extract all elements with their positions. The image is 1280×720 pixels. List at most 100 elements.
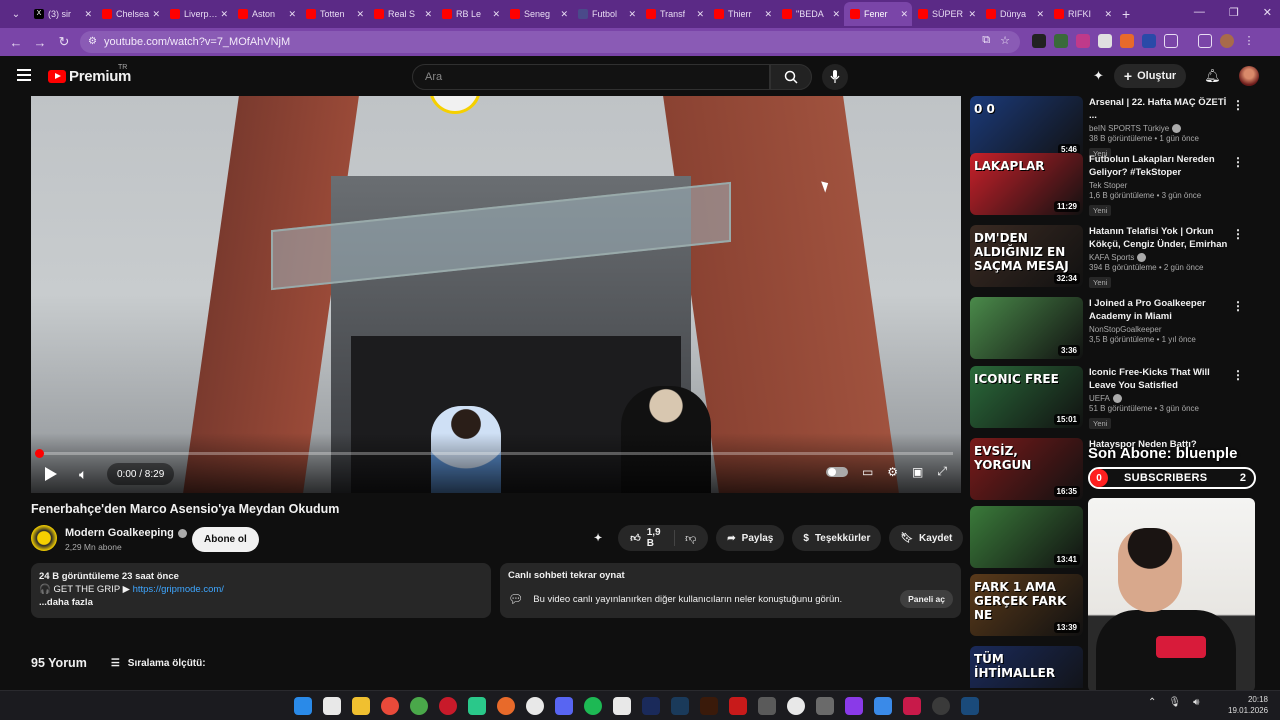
more-options-icon[interactable]: ⋮	[1232, 299, 1244, 313]
yandex-icon[interactable]	[526, 697, 544, 715]
browser-tab[interactable]: Liverpool ✕	[164, 2, 232, 26]
browser-tab[interactable]: X (3) sir ✕	[28, 2, 96, 26]
puzzle-icon[interactable]	[1164, 34, 1178, 48]
maximize-icon[interactable]: ❐	[1229, 6, 1239, 19]
reload-icon[interactable]: ↻	[52, 34, 76, 50]
tray-mic-icon[interactable]: 🎙︎	[1168, 697, 1181, 708]
spotify-icon[interactable]	[584, 697, 602, 715]
browser-tab[interactable]: Dünya ✕	[980, 2, 1048, 26]
address-bar[interactable]: ⚙ youtube.com/watch?v=7_MOfAhVNjM ⧉ ☆	[80, 31, 1020, 53]
tab-close-icon[interactable]: ✕	[832, 9, 840, 20]
like-button[interactable]: 👍︎ 1,9 B	[618, 527, 676, 549]
close-window-icon[interactable]: ✕	[1263, 6, 1272, 19]
show-more-link[interactable]: ...daha fazla	[39, 596, 483, 609]
tab-close-icon[interactable]: ✕	[356, 9, 364, 20]
save-button[interactable]: 🔖︎ Kaydet	[889, 525, 964, 551]
tab-close-icon[interactable]: ✕	[560, 9, 568, 20]
file-explorer-icon[interactable]	[352, 697, 370, 715]
tab-close-icon[interactable]: ✕	[84, 9, 92, 20]
menu-icon[interactable]	[17, 69, 31, 81]
illustrator-icon[interactable]	[700, 697, 718, 715]
taskbar-app-icon[interactable]	[613, 697, 631, 715]
browser-tab[interactable]: Seneg ✕	[504, 2, 572, 26]
volume-tray-icon[interactable]: 🔊︎	[1193, 697, 1199, 708]
recommended-channel[interactable]: UEFA	[1089, 394, 1110, 403]
more-options-icon[interactable]: ⋮	[1232, 368, 1244, 382]
extension-icon[interactable]	[1098, 34, 1112, 48]
system-clock[interactable]: 20:18 19.01.2026	[1228, 694, 1268, 716]
sort-button[interactable]: ☰ Sıralama ölçütü:	[111, 658, 206, 669]
search-input[interactable]: Ara	[412, 64, 770, 90]
browser-tab[interactable]: Aston ✕	[232, 2, 300, 26]
browser-tab[interactable]: "BEDA ✕	[776, 2, 844, 26]
tab-close-icon[interactable]: ✕	[968, 9, 976, 20]
start-icon[interactable]	[294, 697, 312, 715]
minimize-icon[interactable]: —	[1194, 6, 1205, 19]
extension-action-button[interactable]: ✦	[586, 525, 610, 551]
taskbar-app-icon[interactable]	[468, 697, 486, 715]
browser-tab[interactable]: Thierr ✕	[708, 2, 776, 26]
photoshop-icon[interactable]	[642, 697, 660, 715]
channel-avatar[interactable]	[31, 525, 57, 551]
extension-icon[interactable]	[1032, 34, 1046, 48]
settings-gear-icon[interactable]: ⚙	[887, 465, 898, 479]
recommended-title[interactable]: Iconic Free-Kicks That Will Leave You Sa…	[1089, 366, 1229, 392]
recommended-channel[interactable]: NonStopGoalkeeper	[1089, 325, 1162, 334]
steam-icon[interactable]	[671, 697, 689, 715]
extension-icon[interactable]	[1120, 34, 1134, 48]
extension-icon[interactable]	[1142, 34, 1156, 48]
recommended-channel[interactable]: beIN SPORTS Türkiye	[1089, 124, 1169, 133]
chrome-icon[interactable]	[410, 697, 428, 715]
browser-tab[interactable]: Transf ✕	[640, 2, 708, 26]
share-button[interactable]: ➦ Paylaş	[716, 525, 785, 551]
browser-tab[interactable]: Real S ✕	[368, 2, 436, 26]
taskbar-app-icon[interactable]	[787, 697, 805, 715]
browser-tab[interactable]: SÜPER ✕	[912, 2, 980, 26]
taskbar-app-icon[interactable]	[874, 697, 892, 715]
account-avatar[interactable]	[1238, 66, 1259, 86]
tray-chevron-icon[interactable]: ⌃	[1148, 697, 1156, 708]
cast-icon[interactable]: ⧉	[982, 34, 990, 47]
extension-fan-icon[interactable]: ✦	[1093, 68, 1104, 84]
steam-icon[interactable]	[961, 697, 979, 715]
tab-close-icon[interactable]: ✕	[424, 9, 432, 20]
recommended-title[interactable]: Hatanın Telafisi Yok | Orkun Kökçü, Ceng…	[1089, 225, 1229, 251]
seek-bar[interactable]	[35, 449, 953, 458]
chrome-icon[interactable]	[381, 697, 399, 715]
browser-tab[interactable]: RB Le ✕	[436, 2, 504, 26]
extension-icon[interactable]	[1054, 34, 1068, 48]
forward-icon[interactable]: →	[28, 35, 52, 50]
video-thumbnail[interactable]: FARK 1 AMA GERÇEK FARK NE 13:39	[970, 574, 1083, 636]
recommended-video[interactable]: ICONIC FREE 15:01 Iconic Free-Kicks That W…	[970, 366, 1270, 432]
video-thumbnail[interactable]: DM'DEN ALDIĞINIZ EN SAÇMA MESAJ 32:34	[970, 225, 1083, 287]
notifications-bell-icon[interactable]: 🔔︎	[1204, 68, 1221, 84]
play-icon[interactable]	[45, 467, 57, 481]
browser-tab[interactable]: Chelsea ✕	[96, 2, 164, 26]
tab-close-icon[interactable]: ✕	[1104, 9, 1112, 20]
taskbar-app-icon[interactable]	[903, 697, 921, 715]
recommended-channel[interactable]: Tek Stoper	[1089, 181, 1127, 190]
site-info-icon[interactable]: ⚙	[88, 36, 97, 47]
taskbar-app-icon[interactable]	[758, 697, 776, 715]
browser-tab[interactable]: Totten ✕	[300, 2, 368, 26]
browser-tab[interactable]: Futbol ✕	[572, 2, 640, 26]
recommended-title[interactable]: Futbolun Lakapları Nereden Geliyor? #Tek…	[1089, 153, 1229, 179]
bookmark-star-icon[interactable]: ☆	[1000, 34, 1010, 47]
recommended-video[interactable]: LAKAPLAR 11:29 Futbolun Lakapları Nereden …	[970, 153, 1270, 219]
description-box[interactable]: 24 B görüntüleme 23 saat önce 🎧 GET THE …	[31, 563, 491, 618]
new-tab-icon[interactable]: +	[1122, 6, 1130, 22]
recommended-title[interactable]: Arsenal | 22. Hafta MAÇ ÖZETİ ...	[1089, 96, 1229, 122]
search-button[interactable]	[770, 64, 812, 90]
back-icon[interactable]: ←	[4, 35, 28, 50]
taskbar-app-icon[interactable]	[323, 697, 341, 715]
menu-dots-icon[interactable]: ⋮	[1242, 34, 1256, 48]
description-link[interactable]: https://gripmode.com/	[133, 584, 224, 595]
tab-close-icon[interactable]: ✕	[288, 9, 296, 20]
tab-search-icon[interactable]: ⌄	[4, 9, 28, 20]
taskbar-app-icon[interactable]	[845, 697, 863, 715]
acrobat-icon[interactable]	[729, 697, 747, 715]
tab-close-icon[interactable]: ✕	[628, 9, 636, 20]
subscribe-button[interactable]: Abone ol	[192, 527, 259, 552]
youtube-logo[interactable]: Premium TR	[48, 64, 131, 85]
browser-tab[interactable]: Fener ✕	[844, 2, 912, 26]
